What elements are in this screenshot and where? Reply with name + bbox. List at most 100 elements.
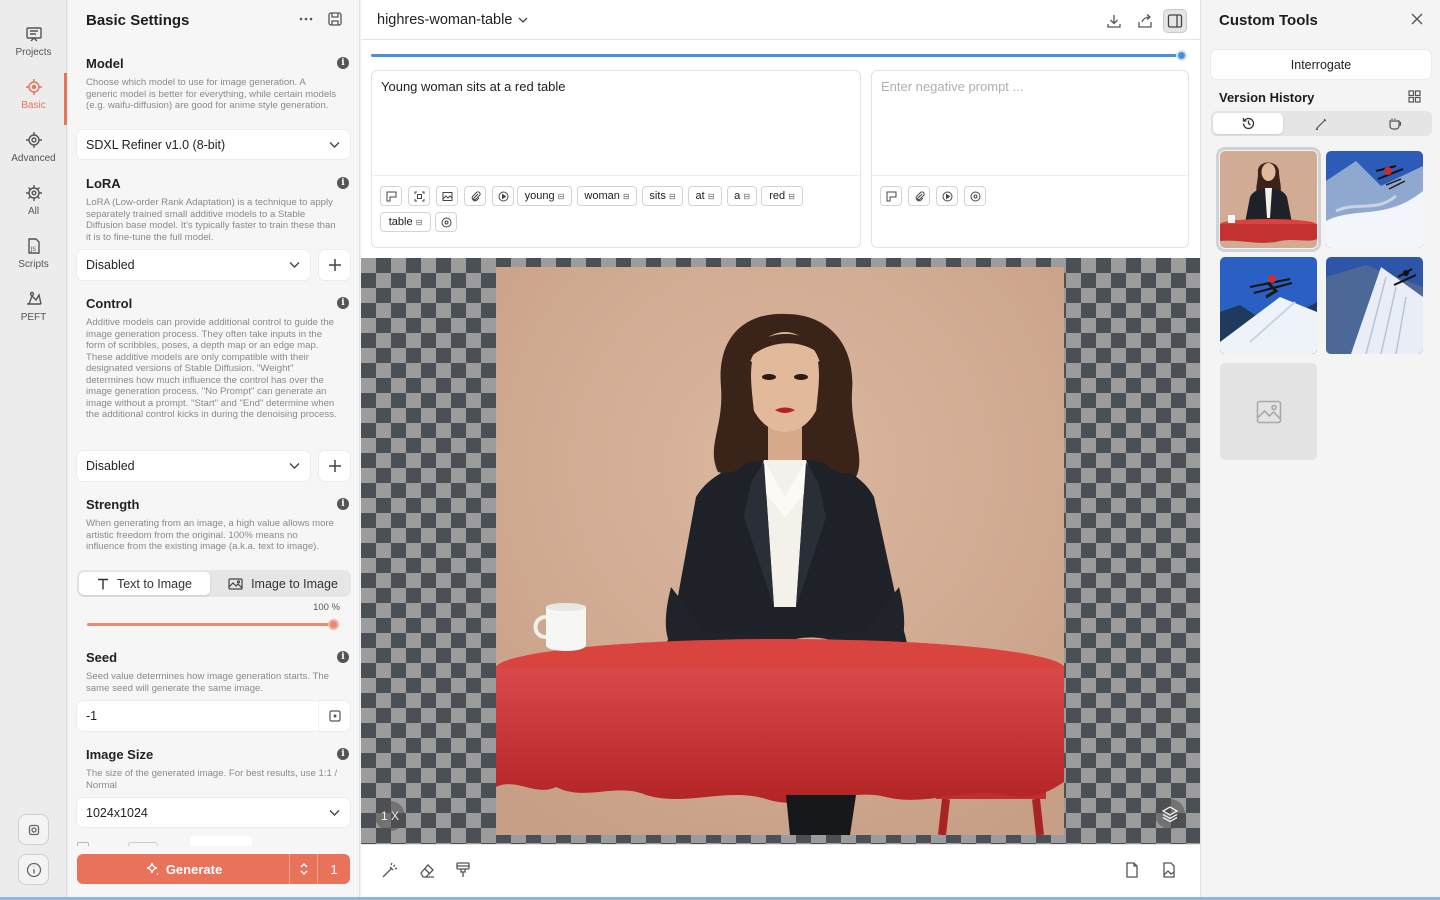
negative-prompt-box[interactable]: Enter negative prompt ... [871, 70, 1189, 248]
settings-gear-button[interactable] [18, 814, 49, 845]
token-weight-icon: ⊟ [707, 191, 715, 201]
progress-fill [371, 54, 1182, 57]
paint-brush-button[interactable] [452, 859, 474, 881]
model-info-icon[interactable]: i [337, 57, 349, 69]
layers-button[interactable] [1155, 799, 1185, 829]
generated-image[interactable] [496, 267, 1064, 835]
lora-info-icon[interactable]: i [337, 177, 349, 189]
basic-icon [25, 79, 42, 95]
lora-desc: LoRA (Low-order Rank Adaptation) is a te… [86, 197, 336, 243]
magic-wand-button[interactable] [379, 859, 401, 881]
top-bar: highres-woman-table [361, 0, 1200, 40]
history-thumbnail[interactable] [1326, 257, 1423, 354]
project-selector[interactable]: highres-woman-table [377, 12, 528, 28]
model-select-value: SDXL Refiner v1.0 (8-bit) [86, 137, 226, 152]
document-icon [1126, 862, 1138, 878]
random-seed-button[interactable] [319, 701, 350, 731]
strength-slider-track[interactable] [87, 623, 334, 626]
paperclip-icon [915, 190, 925, 201]
nav-label-scripts: Scripts [18, 259, 49, 270]
empty-thumbnail-slot[interactable] [1220, 363, 1317, 460]
tab-edits[interactable] [1286, 113, 1356, 134]
interrogate-button[interactable]: Interrogate [1211, 50, 1431, 79]
image-canvas[interactable]: 1 X [361, 258, 1200, 844]
token-weight-icon: ⊟ [743, 191, 750, 201]
token-chip[interactable]: table ⊟ [380, 212, 431, 232]
nav-rail: Projects Basic Advanced All JS Scripts P… [0, 0, 67, 900]
image-size-select[interactable]: 1024x1024 [77, 798, 350, 827]
token-chip[interactable]: sits ⊟ [642, 186, 683, 206]
token-chip[interactable]: at ⊟ [688, 186, 722, 206]
grid-view-icon[interactable] [1408, 90, 1421, 108]
add-token-button[interactable] [964, 186, 986, 206]
generate-count-stepper[interactable] [289, 854, 317, 884]
token-chip[interactable]: woman ⊟ [577, 186, 637, 206]
lora-title: LoRA [86, 176, 121, 191]
control-select[interactable]: Disabled [77, 451, 310, 481]
focus-tool-button[interactable] [408, 186, 430, 206]
token-weight-icon: ⊟ [415, 217, 423, 227]
toggle-sidebar-button[interactable] [1163, 9, 1187, 33]
download-button[interactable] [1102, 9, 1126, 33]
main-area: highres-woman-table Young woman sits at … [361, 0, 1200, 900]
focus-icon [414, 191, 424, 201]
add-control-button[interactable] [319, 451, 350, 481]
nav-item-all[interactable]: All [0, 181, 67, 231]
layers-icon [1161, 806, 1179, 823]
eraser-button[interactable] [416, 859, 438, 881]
strength-slider-thumb[interactable] [328, 619, 339, 630]
right-panel-title: Custom Tools [1219, 12, 1318, 29]
history-thumbnail[interactable] [1220, 257, 1317, 354]
image-to-image-label: Image to Image [251, 576, 338, 591]
about-button[interactable] [18, 854, 49, 885]
attach-button[interactable] [908, 186, 930, 206]
lora-select[interactable]: Disabled [77, 250, 310, 280]
negative-prompt-placeholder[interactable]: Enter negative prompt ... [881, 79, 1023, 94]
add-token-button[interactable] [435, 212, 457, 232]
history-thumbnail[interactable] [1326, 151, 1423, 248]
history-thumbnail[interactable] [1216, 147, 1321, 252]
more-options-icon[interactable] [298, 10, 314, 31]
image-size-title: Image Size [86, 747, 154, 762]
nav-item-advanced[interactable]: Advanced [0, 128, 67, 178]
image-tool-button[interactable] [436, 186, 458, 206]
new-canvas-button[interactable] [1121, 859, 1143, 881]
token-chip[interactable]: young ⊟ [517, 186, 572, 206]
play-button[interactable] [936, 186, 958, 206]
magic-wand-icon [382, 862, 398, 878]
strength-info-icon[interactable]: i [337, 498, 349, 510]
tab-history[interactable] [1213, 113, 1283, 134]
add-lora-button[interactable] [319, 250, 350, 280]
nav-item-peft[interactable]: PEFT [0, 287, 67, 337]
seed-info-icon[interactable]: i [337, 651, 349, 663]
image-to-image-button[interactable]: Image to Image [217, 572, 349, 595]
nav-item-scripts[interactable]: JS Scripts [0, 234, 67, 284]
tab-models[interactable] [1360, 113, 1430, 134]
control-info-icon[interactable]: i [337, 297, 349, 309]
nav-item-basic[interactable]: Basic [0, 73, 67, 125]
nav-item-projects[interactable]: Projects [0, 22, 67, 72]
token-chip[interactable]: a ⊟ [727, 186, 757, 206]
target-icon [970, 191, 980, 201]
model-select[interactable]: SDXL Refiner v1.0 (8-bit) [77, 130, 350, 159]
generate-main[interactable]: Generate [77, 854, 289, 884]
image-size-info-icon[interactable]: i [337, 748, 349, 760]
control-select-value: Disabled [86, 459, 135, 473]
text-to-image-button[interactable]: Text to Image [79, 572, 210, 595]
prompt-box[interactable]: Young woman sits at a red table young ⊟ w… [371, 70, 861, 248]
share-button[interactable] [1133, 9, 1157, 33]
play-button[interactable] [492, 186, 514, 206]
zoom-indicator[interactable]: 1 X [375, 801, 405, 831]
prompt-tool-button[interactable] [380, 186, 402, 206]
text-to-image-label: Text to Image [116, 576, 193, 591]
save-icon[interactable] [327, 11, 343, 32]
prompt-text[interactable]: Young woman sits at a red table [381, 79, 566, 94]
attach-button[interactable] [464, 186, 486, 206]
load-image-button[interactable] [1158, 859, 1180, 881]
close-icon[interactable] [1410, 12, 1424, 31]
seed-input[interactable]: -1 [77, 701, 318, 731]
prompt-tool-button[interactable] [880, 186, 902, 206]
peft-icon [26, 291, 42, 305]
generate-button[interactable]: Generate 1 [77, 854, 350, 884]
token-chip[interactable]: red ⊟ [761, 186, 803, 206]
